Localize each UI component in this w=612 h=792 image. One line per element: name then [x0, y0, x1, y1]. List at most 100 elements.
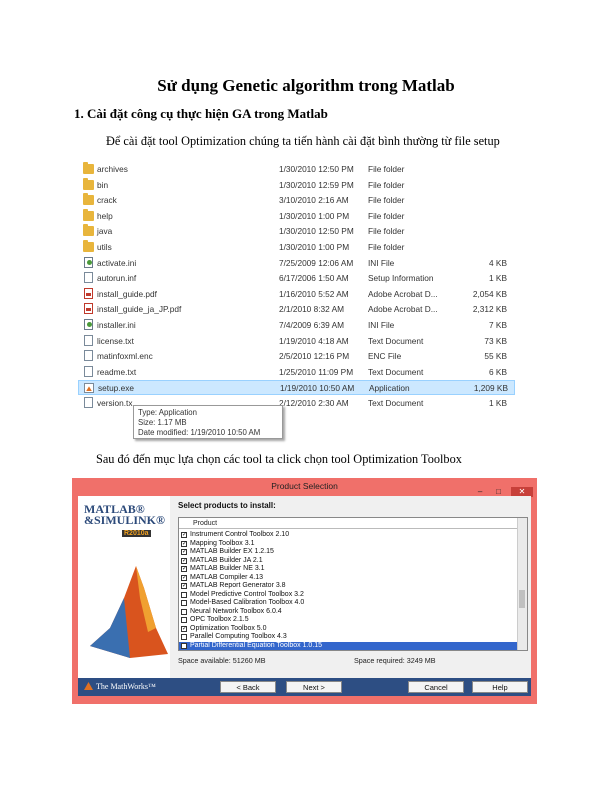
file-row[interactable]: activate.ini 7/25/2009 12:06 AM INI File 4 …: [78, 256, 515, 271]
scroll-thumb[interactable]: [519, 590, 525, 608]
window-title: Product Selection: [271, 481, 338, 491]
file-type: File folder: [368, 164, 405, 174]
file-type: Setup Information: [368, 273, 434, 284]
paragraph-select-tool: Sau đó đến mục lựa chọn các tool ta clic…: [96, 452, 462, 466]
file-name: bin: [97, 179, 109, 190]
select-products-label: Select products to install:: [178, 501, 276, 510]
product-item[interactable]: ✓ Mapping Toolbox 3.1: [179, 540, 517, 548]
folder-icon: [83, 177, 94, 190]
cancel-button[interactable]: Cancel: [408, 681, 464, 693]
product-label: MATLAB Builder EX 1.2.15: [190, 548, 274, 555]
folder-icon: [83, 208, 94, 221]
file-date: 1/16/2010 5:52 AM: [279, 288, 349, 299]
product-list[interactable]: Product ✓ Instrument Control Toolbox 2.10…: [178, 517, 528, 651]
file-date: 1/19/2010 10:50 AM: [280, 383, 355, 394]
file-size: 1 KB: [489, 398, 507, 408]
file-name: install_guide.pdf: [97, 288, 157, 299]
file-row[interactable]: matinfoxml.enc 2/5/2010 12:16 PM ENC File 5…: [78, 349, 515, 364]
product-item[interactable]: Model Predictive Control Toolbox 3.2: [179, 591, 517, 599]
product-checkbox[interactable]: ✓: [181, 566, 187, 572]
file-row[interactable]: license.txt 1/19/2010 4:18 AM Text Documen…: [78, 334, 515, 349]
file-name: version.tx: [97, 398, 133, 408]
product-item[interactable]: ✓ MATLAB Report Generator 3.8: [179, 582, 517, 590]
product-checkbox[interactable]: [181, 600, 187, 606]
file-row[interactable]: crack 3/10/2010 2:16 AM File folder: [78, 193, 515, 208]
back-button[interactable]: < Back: [220, 681, 276, 693]
file-size: 1 KB: [489, 273, 507, 284]
product-checkbox[interactable]: ✓: [181, 540, 187, 547]
file-type: Adobe Acrobat D...: [368, 304, 438, 315]
exe-icon: [84, 383, 94, 394]
section-heading: 1. Cài đặt công cụ thực hiện GA trong Ma…: [74, 106, 328, 121]
product-item[interactable]: ✓ Instrument Control Toolbox 2.10: [179, 531, 517, 539]
product-label: MATLAB Compiler 4.13: [190, 573, 264, 581]
product-item[interactable]: Neural Network Toolbox 6.0.4: [179, 608, 517, 616]
product-label: Optimization Toolbox 5.0: [190, 624, 267, 632]
product-label: Parallel Computing Toolbox 4.3: [190, 633, 287, 640]
product-checkbox[interactable]: ✓: [181, 625, 187, 632]
product-checkbox[interactable]: ✓: [181, 583, 187, 589]
file-row[interactable]: help 1/30/2010 1:00 PM File folder: [78, 208, 515, 224]
product-checkbox[interactable]: ✓: [181, 549, 187, 555]
file-type: INI File: [368, 257, 395, 268]
product-checkbox[interactable]: [181, 617, 187, 623]
file-row[interactable]: bin 1/30/2010 12:59 PM File folder: [78, 177, 515, 193]
product-item[interactable]: ✓ MATLAB Builder EX 1.2.15: [179, 548, 517, 556]
file-name: matinfoxml.enc: [97, 351, 153, 362]
file-row[interactable]: autorun.inf 6/17/2006 1:50 AM Setup Inform…: [78, 271, 515, 286]
file-size: 2,054 KB: [472, 288, 507, 299]
file-row[interactable]: setup.exe 1/19/2010 10:50 AM Application 1,…: [78, 380, 515, 396]
next-button[interactable]: Next >: [286, 681, 342, 693]
file-date: 2/5/2010 12:16 PM: [279, 351, 350, 362]
product-item[interactable]: ✓ MATLAB Builder NE 3.1: [179, 565, 517, 573]
product-checkbox[interactable]: [181, 608, 187, 615]
file-row[interactable]: installer.ini 7/4/2009 6:39 AM INI File 7 K…: [78, 318, 515, 333]
file-row[interactable]: archives 1/30/2010 12:50 PM File folder: [78, 162, 515, 177]
product-checkbox[interactable]: ✓: [181, 532, 187, 538]
installer-client-area: MATLAB® &SIMULINK® R2010a Select product…: [78, 496, 531, 696]
list-scrollbar[interactable]: [517, 518, 527, 650]
file-row[interactable]: install_guide.pdf 1/16/2010 5:52 AM Adobe …: [78, 287, 515, 302]
pdf-icon: [84, 287, 93, 299]
product-checkbox[interactable]: [181, 642, 187, 649]
installer-footer: The MathWorks™ < Back Next > Cancel Help: [78, 678, 531, 696]
file-row[interactable]: utils 1/30/2010 1:00 PM File folder: [78, 240, 515, 255]
space-required: Space required: 3249 MB: [354, 656, 436, 665]
file-type: Text Document: [368, 335, 424, 346]
product-item[interactable]: Model-Based Calibration Toolbox 4.0: [179, 599, 517, 607]
paragraph-setup: Để cài đặt tool Optimization chúng ta ti…: [106, 134, 500, 148]
file-type: File folder: [368, 242, 405, 252]
help-button[interactable]: Help: [472, 681, 528, 693]
product-column-header: Product: [179, 518, 519, 529]
pdf-icon: [84, 303, 93, 315]
product-item[interactable]: ✓ Optimization Toolbox 5.0: [179, 625, 517, 633]
product-item[interactable]: ✓ MATLAB Compiler 4.13: [179, 574, 517, 582]
file-type: File folder: [368, 226, 405, 237]
file-name: crack: [97, 195, 117, 206]
product-label: MATLAB Report Generator 3.8: [190, 582, 286, 589]
file-row[interactable]: java 1/30/2010 12:50 PM File folder: [78, 224, 515, 239]
file-size: 7 KB: [489, 320, 507, 330]
product-checkbox[interactable]: ✓: [181, 574, 187, 581]
product-label: Neural Network Toolbox 6.0.4: [190, 607, 282, 615]
file-explorer-list: archives 1/30/2010 12:50 PM File folder bin…: [78, 162, 515, 420]
product-label: Partial Differential Equation Toolbox 1.…: [190, 641, 323, 649]
mathworks-logo: The MathWorks™: [84, 682, 156, 691]
file-name: installer.ini: [97, 320, 136, 330]
file-date: 1/30/2010 12:59 PM: [279, 179, 354, 190]
product-item[interactable]: ✓ MATLAB Builder JA 2.1: [179, 557, 517, 565]
file-date: 1/30/2010 12:50 PM: [279, 226, 354, 237]
file-name: archives: [97, 164, 128, 174]
document-title: Sử dụng Genetic algorithm trong Matlab: [157, 76, 455, 95]
installer-window: Product Selection – □ ✕ MATLAB® &SIMULIN…: [72, 478, 537, 704]
file-date: 1/30/2010 1:00 PM: [279, 210, 350, 221]
product-checkbox[interactable]: [181, 591, 187, 598]
file-row[interactable]: install_guide_ja_JP.pdf 2/1/2010 8:32 AM A…: [78, 302, 515, 317]
product-item[interactable]: Parallel Computing Toolbox 4.3: [179, 633, 517, 641]
file-row[interactable]: readme.txt 1/25/2010 11:09 PM Text Documen…: [78, 365, 515, 380]
product-item[interactable]: Partial Differential Equation Toolbox 1.…: [179, 641, 517, 650]
product-checkbox[interactable]: ✓: [181, 557, 187, 564]
product-checkbox[interactable]: [181, 634, 187, 640]
product-item[interactable]: OPC Toolbox 2.1.5: [179, 616, 517, 624]
file-date: 7/25/2009 12:06 AM: [279, 257, 354, 268]
